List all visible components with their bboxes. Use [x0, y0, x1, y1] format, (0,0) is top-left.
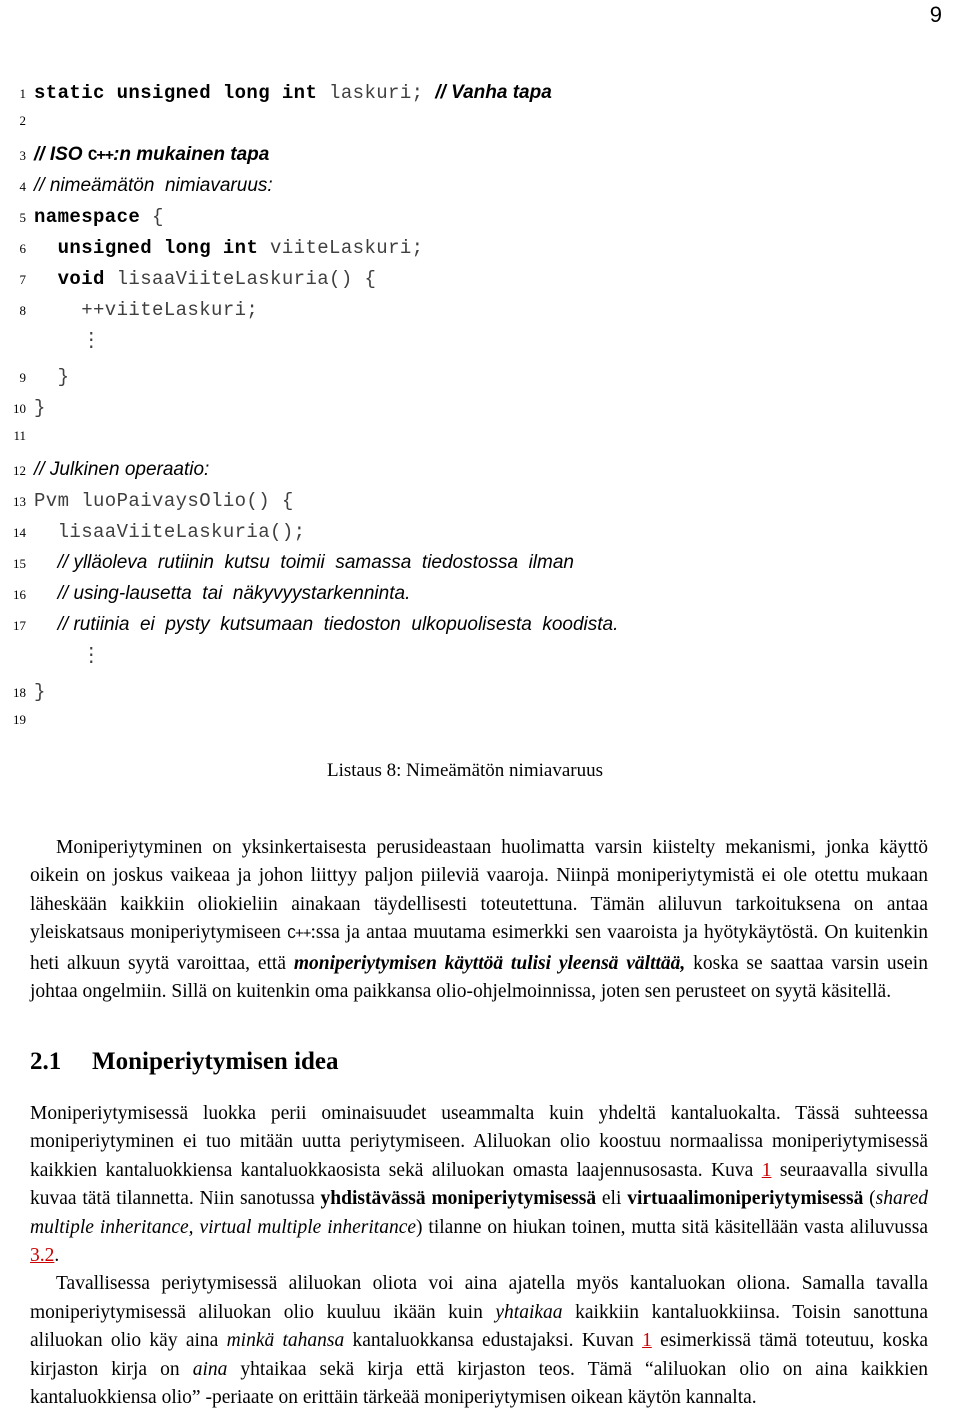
line-number: 11: [13, 428, 26, 443]
code-line: 19: [0, 712, 930, 743]
line-number: 4: [19, 179, 27, 194]
line-number: 3: [19, 148, 27, 163]
idea-text-5: ) tilanne on hiukan toinen, mutta sitä k…: [416, 1216, 928, 1238]
idea-bold-2: virtuaalimoniperiytymisessä: [627, 1188, 864, 1210]
line-number: 12: [13, 463, 26, 478]
line-number: 9: [19, 370, 27, 385]
code-line: 17 // rutiinia ei pysty kutsumaan tiedos…: [0, 614, 930, 645]
code-line: 5 namespace {: [0, 206, 930, 237]
section-heading: 2.1 Moniperiytymisen idea: [30, 1048, 339, 1076]
line-number: 5: [19, 210, 27, 225]
code-line: 7 void lisaaViiteLaskuria() {: [0, 268, 930, 299]
code-line: 13 Pvm luoPaivaysOlio() {: [0, 490, 930, 521]
code-comment: // rutiinia ei pysty kutsumaan tiedoston…: [57, 614, 619, 635]
code-line: 16 // using-lausetta tai näkyvyystarkenn…: [0, 583, 930, 614]
line-number: 17: [13, 618, 26, 633]
code-line: 1 static unsigned long int laskuri; // V…: [0, 82, 930, 113]
code-comment: // nimeämätön nimiavaruus:: [34, 175, 273, 196]
idea-italic-4: aina: [192, 1358, 228, 1380]
line-number: 14: [13, 525, 26, 540]
code-text: }: [34, 397, 46, 419]
code-line: 11: [0, 428, 930, 459]
intro-paragraph: Moniperiytyminen on yksinkertaisesta per…: [30, 834, 928, 1006]
code-line: 2: [0, 113, 930, 144]
line-number: 18: [13, 685, 26, 700]
code-listing: 1 static unsigned long int laskuri; // V…: [0, 82, 930, 743]
code-line: 3 // ISO C++:n mukainen tapa: [0, 144, 930, 175]
idea-italic-3: minkä tahansa: [226, 1330, 345, 1352]
code-line: 18 }: [0, 681, 930, 712]
section-number: 2.1: [30, 1048, 62, 1075]
cpp-glyph: C++: [287, 926, 312, 944]
line-number: 10: [13, 401, 26, 416]
code-line: 10 }: [0, 397, 930, 428]
vertical-ellipsis-icon: ⋮: [81, 329, 102, 351]
line-number: 1: [19, 86, 27, 101]
figure-reference-link-2[interactable]: 1: [642, 1330, 652, 1351]
idea-italic-2: yhtaikaa: [495, 1301, 563, 1323]
code-line-ellipsis: ⋮: [0, 330, 930, 366]
line-number: 8: [19, 303, 27, 318]
figure-reference-link-1[interactable]: 1: [762, 1160, 772, 1181]
idea-text-4: (: [863, 1188, 876, 1210]
code-text: unsigned long int viiteLaskuri;: [57, 237, 424, 259]
code-text: static unsigned long int laskuri;: [34, 82, 436, 104]
vertical-ellipsis-icon: ⋮: [81, 644, 102, 666]
idea-text-9: kantaluokkansa edustajaksi. Kuvan: [344, 1330, 643, 1352]
code-line: 9 }: [0, 366, 930, 397]
section-reference-link[interactable]: 3.2: [30, 1245, 54, 1266]
code-text: ⋮: [34, 330, 101, 352]
code-comment: // Vanha tapa: [435, 82, 552, 103]
code-line: 6 unsigned long int viiteLaskuri;: [0, 237, 930, 268]
line-number: 15: [13, 556, 26, 571]
line-number: 19: [13, 712, 26, 727]
code-line-ellipsis: ⋮: [0, 645, 930, 681]
line-number: 13: [13, 494, 26, 509]
code-line: 8 ++viiteLaskuri;: [0, 299, 930, 330]
section-title: Moniperiytymisen idea: [92, 1048, 339, 1075]
idea-paragraph: Moniperiytymisessä luokka perii ominaisu…: [30, 1100, 928, 1412]
code-comment: // Julkinen operaatio:: [34, 459, 210, 480]
code-comment: // ylläoleva rutiinin kutsu toimii samas…: [57, 552, 574, 573]
code-text: namespace {: [34, 206, 164, 228]
idea-text-6: .: [54, 1245, 60, 1267]
code-text: }: [34, 366, 70, 388]
code-text: void lisaaViiteLaskuria() {: [57, 268, 377, 290]
line-number: 6: [19, 241, 27, 256]
idea-text-3: eli: [596, 1188, 628, 1210]
code-line: 15 // ylläoleva rutiinin kutsu toimii sa…: [0, 552, 930, 583]
code-line: 12 // Julkinen operaatio:: [0, 459, 930, 490]
idea-bold-1: yhdistävässä moniperiytymisessä: [320, 1188, 597, 1210]
code-text: }: [34, 681, 46, 703]
code-comment: // using-lausetta tai näkyvyystarkennint…: [57, 583, 411, 604]
line-number: 16: [13, 587, 26, 602]
listing-caption: Listaus 8: Nimeämätön nimiavaruus: [327, 760, 603, 781]
code-text: Pvm luoPaivaysOlio() {: [34, 490, 294, 512]
code-line: 14 lisaaViiteLaskuria();: [0, 521, 930, 552]
code-comment: // ISO C++:n mukainen tapa: [34, 144, 270, 165]
code-text: ⋮: [34, 645, 101, 667]
cpp-glyph: C++: [87, 147, 114, 165]
code-line: 4 // nimeämätön nimiavaruus:: [0, 175, 930, 206]
code-text: ++viiteLaskuri;: [34, 299, 259, 321]
page-number: 9: [929, 2, 942, 27]
line-number: 2: [19, 113, 27, 128]
line-number: 7: [19, 272, 27, 287]
code-text: lisaaViiteLaskuria();: [34, 521, 306, 543]
intro-emphasis: moniperiytymisen käyttöä tulisi yleensä …: [293, 952, 686, 974]
